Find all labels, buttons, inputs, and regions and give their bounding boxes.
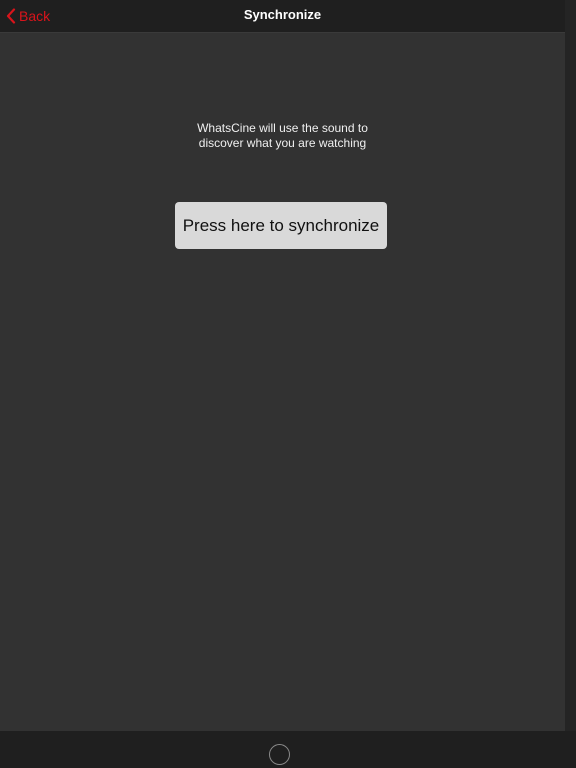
navigation-bar: Back Synchronize <box>0 0 565 33</box>
home-bar <box>0 731 576 768</box>
info-text: WhatsCine will use the sound to discover… <box>197 121 368 150</box>
main-content: WhatsCine will use the sound to discover… <box>0 33 565 731</box>
home-button-icon[interactable] <box>269 744 290 765</box>
right-edge-strip <box>565 0 576 731</box>
page-title: Synchronize <box>243 7 322 22</box>
screen: Back Synchronize WhatsCine will use the … <box>0 0 576 768</box>
synchronize-button[interactable]: Press here to synchronize <box>175 202 387 249</box>
